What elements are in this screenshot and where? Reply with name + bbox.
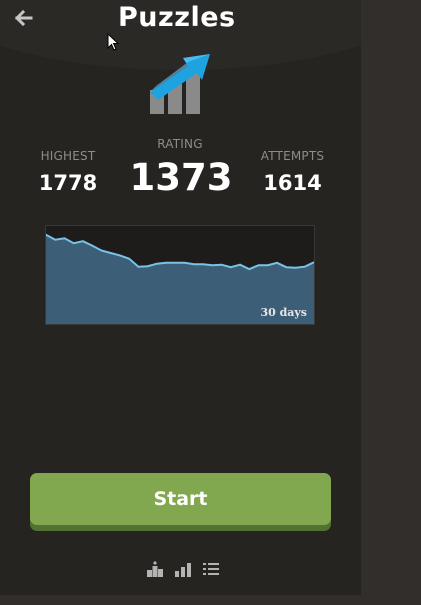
rating-point <box>285 266 288 268</box>
rating-point <box>82 240 84 242</box>
highest-label: HIGHEST <box>40 149 96 163</box>
rating-point <box>211 264 214 266</box>
rating-point <box>128 258 130 260</box>
trophy-leaderboard-icon[interactable] <box>146 561 164 577</box>
chart-range-label: 30 days <box>260 306 307 319</box>
highest-value: 1778 <box>38 171 98 195</box>
puzzles-panel: Puzzles HIGHEST 1778 RATING 1373 ATTEMPT… <box>0 0 361 595</box>
bottom-nav <box>146 559 220 577</box>
attempts-label: ATTEMPTS <box>260 149 325 163</box>
rating-point <box>91 244 93 247</box>
rating-point <box>54 238 56 241</box>
rating-point <box>193 263 195 265</box>
rating-point <box>137 265 140 268</box>
rating-point <box>156 262 158 265</box>
rating-value: 1373 <box>129 156 233 199</box>
start-button[interactable]: Start <box>30 473 331 525</box>
rating-point <box>119 254 121 257</box>
rating-label: RATING <box>157 137 203 151</box>
rating-point <box>304 265 306 268</box>
rating-point <box>248 268 251 270</box>
bar-chart-icon[interactable] <box>174 561 192 577</box>
rating-point <box>165 262 167 264</box>
background-area <box>361 0 421 605</box>
attempts-value: 1614 <box>263 171 322 195</box>
arrow-left-icon[interactable] <box>13 7 35 29</box>
rating-point <box>276 262 278 264</box>
rating-point <box>220 263 223 266</box>
mouse-cursor-icon <box>107 32 120 51</box>
rating-point <box>183 262 186 264</box>
rating-point <box>202 263 204 265</box>
rating-history-chart: 30 days <box>45 225 315 325</box>
rating-point <box>100 249 103 252</box>
rating-point <box>63 237 66 240</box>
rating-point <box>146 265 149 267</box>
rating-point <box>109 252 112 254</box>
rating-point <box>174 262 177 264</box>
list-icon[interactable] <box>202 561 220 577</box>
rising-arrow-bars-icon <box>148 52 214 114</box>
rating-point <box>257 264 260 266</box>
rating-point <box>267 264 269 266</box>
rating-point <box>230 266 232 268</box>
rating-point <box>294 266 297 269</box>
page-title: Puzzles <box>118 2 236 33</box>
rating-point <box>239 263 241 266</box>
rating-point <box>72 242 75 244</box>
